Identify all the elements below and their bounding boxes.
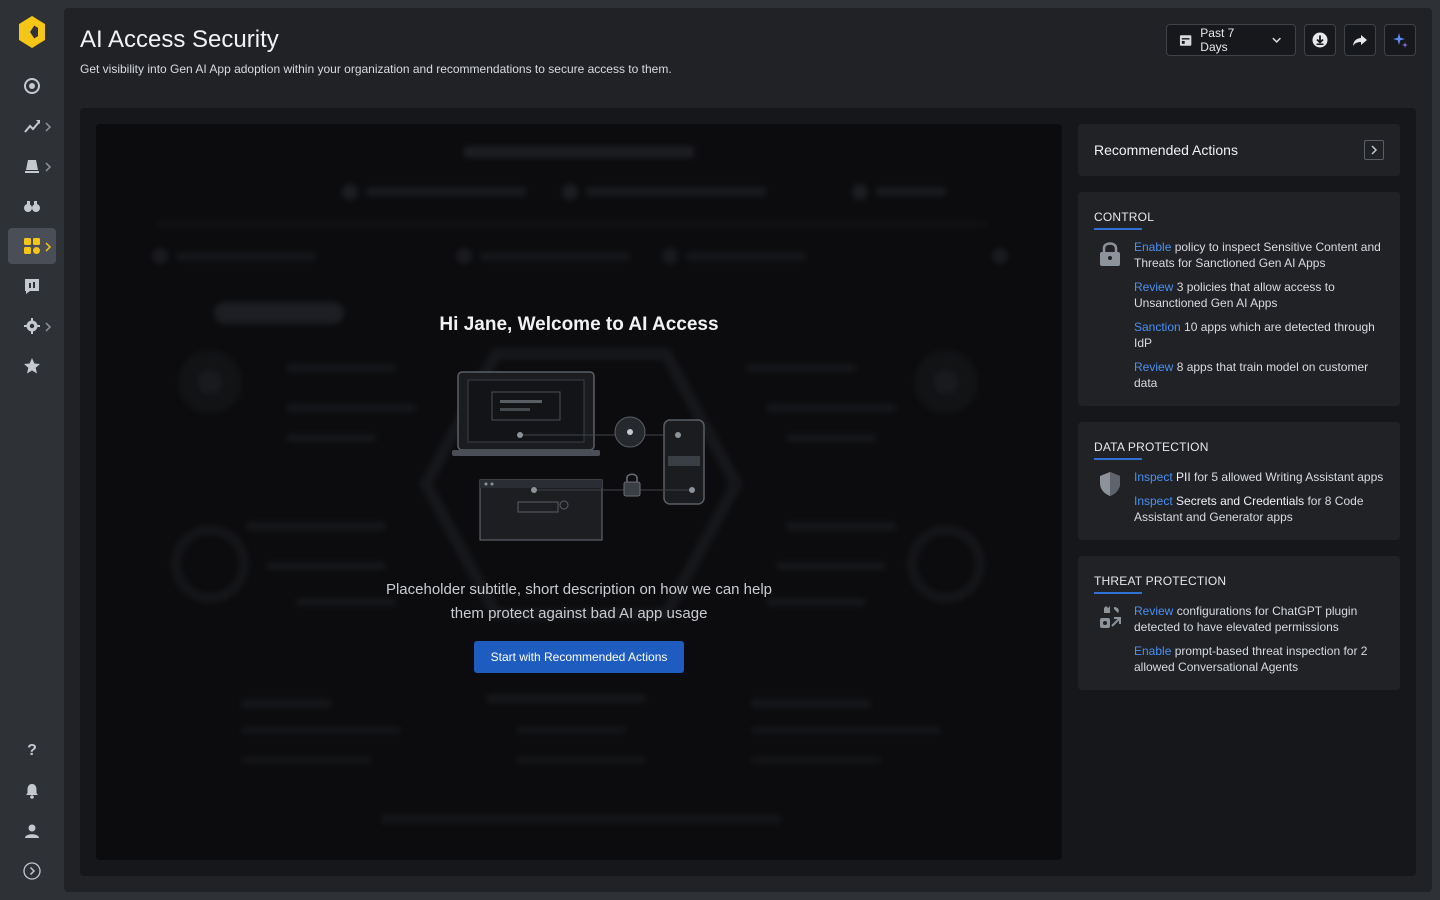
- nav-item-dashboard[interactable]: [8, 68, 56, 104]
- page-subtitle: Get visibility into Gen AI App adoption …: [80, 62, 672, 76]
- control-card: CONTROL Enable policy to inspect Sensiti…: [1078, 192, 1400, 406]
- action-link[interactable]: Sanction: [1134, 320, 1181, 334]
- recommended-actions-title: Recommended Actions: [1094, 142, 1238, 158]
- target-icon: [24, 78, 40, 94]
- data-protection-action-1: Inspect PII for 5 allowed Writing Assist…: [1134, 470, 1384, 484]
- devices-illustration: [452, 371, 705, 541]
- threat-protection-card: THREAT PROTECTION Review configurations …: [1078, 556, 1400, 690]
- logo-icon: [19, 16, 45, 48]
- lock-icon: [1098, 240, 1122, 268]
- threat-icon: [1098, 604, 1122, 632]
- action-link[interactable]: Inspect: [1134, 494, 1173, 508]
- notifications-icon: [26, 784, 38, 799]
- nav-item-analytics[interactable]: [8, 108, 56, 144]
- control-card-title: CONTROL: [1094, 210, 1155, 224]
- chevron-right-icon: [44, 120, 52, 132]
- settings-icon: [24, 318, 40, 334]
- control-action-1: Enable policy to inspect Sensitive Conte…: [1134, 240, 1381, 270]
- share-button[interactable]: [1344, 24, 1376, 56]
- threat-protection-action-1: Review configurations for ChatGPT plugin…: [1134, 604, 1358, 634]
- nav-item-incidents[interactable]: [8, 148, 56, 184]
- nav-item-discover[interactable]: [8, 188, 56, 224]
- control-action-2: Review 3 policies that allow access to U…: [1134, 280, 1335, 310]
- welcome-title: Hi Jane, Welcome to AI Access: [439, 314, 719, 335]
- calendar-icon: [1179, 35, 1192, 46]
- report-icon: [25, 279, 39, 294]
- nav-item-notifications[interactable]: [8, 773, 56, 809]
- brand-logo[interactable]: [16, 14, 48, 50]
- star-icon: [24, 358, 40, 374]
- data-protection-card-title: DATA PROTECTION: [1094, 440, 1209, 454]
- control-action-4: Review 8 apps that train model on custom…: [1134, 360, 1369, 390]
- data-protection-action-2: Inspect Secrets and Credentials for 8 Co…: [1134, 494, 1364, 524]
- nav-item-favorites[interactable]: [8, 348, 56, 384]
- shield-icon: [1098, 470, 1122, 498]
- date-range-label: Past 7 Days: [1200, 26, 1235, 54]
- nav-item-expand[interactable]: [8, 853, 56, 889]
- share-icon: [1353, 35, 1367, 46]
- welcome-panel: Hi Jane, Welcome to AI Access Placeholde…: [96, 124, 1062, 860]
- content-area: Hi Jane, Welcome to AI Access Placeholde…: [80, 108, 1416, 876]
- card-title-underline: [1094, 592, 1142, 594]
- chevron-right-icon: [44, 160, 52, 172]
- recommended-actions-expand-button[interactable]: [1364, 140, 1384, 160]
- action-link[interactable]: Review: [1134, 360, 1173, 374]
- nav-item-help[interactable]: ?: [8, 733, 56, 769]
- nav-item-profile[interactable]: [8, 813, 56, 849]
- threat-protection-card-title: THREAT PROTECTION: [1094, 574, 1227, 588]
- recommended-actions-header: Recommended Actions: [1078, 124, 1400, 176]
- main-panel: AI Access Security Get visibility into G…: [64, 8, 1432, 892]
- action-link[interactable]: Review: [1134, 280, 1173, 294]
- alert-bell-icon: [25, 160, 39, 173]
- user-icon: [25, 824, 39, 838]
- left-nav-rail: ?: [0, 0, 64, 900]
- data-protection-card: DATA PROTECTION Inspect PII for 5 allowe…: [1078, 422, 1400, 540]
- chevron-right-icon: [44, 240, 52, 252]
- action-link[interactable]: Enable: [1134, 240, 1171, 254]
- nav-item-settings[interactable]: [8, 308, 56, 344]
- chevron-right-icon: [1371, 145, 1378, 155]
- card-title-underline: [1094, 228, 1142, 230]
- card-title-underline: [1094, 458, 1142, 460]
- toolbar: Past 7 Days: [1166, 24, 1416, 56]
- welcome-subtitle: Placeholder subtitle, short description …: [385, 581, 773, 622]
- download-icon: [1312, 32, 1328, 48]
- threat-protection-action-2: Enable prompt-based threat inspection fo…: [1134, 644, 1368, 674]
- download-button[interactable]: [1304, 24, 1336, 56]
- start-recommended-actions-button[interactable]: Start with Recommended Actions: [474, 641, 684, 673]
- chevron-down-icon: [1272, 37, 1281, 43]
- nav-item-ai-access[interactable]: [8, 228, 56, 264]
- page-title: AI Access Security: [80, 26, 279, 53]
- binoculars-icon: [24, 201, 40, 212]
- expand-icon: [23, 862, 41, 880]
- control-action-3: Sanction 10 apps which are detected thro…: [1134, 320, 1375, 350]
- date-range-dropdown[interactable]: Past 7 Days: [1166, 24, 1296, 56]
- apps-icon: [24, 238, 40, 254]
- analytics-icon: [24, 120, 40, 133]
- help-icon: ?: [27, 742, 37, 759]
- chevron-right-icon: [44, 320, 52, 332]
- action-link[interactable]: Inspect: [1134, 470, 1173, 484]
- nav-item-reports[interactable]: [8, 268, 56, 304]
- action-link[interactable]: Enable: [1134, 644, 1171, 658]
- action-link[interactable]: Review: [1134, 604, 1173, 618]
- ai-assistant-button[interactable]: [1384, 24, 1416, 56]
- sparkle-icon: [1393, 33, 1408, 48]
